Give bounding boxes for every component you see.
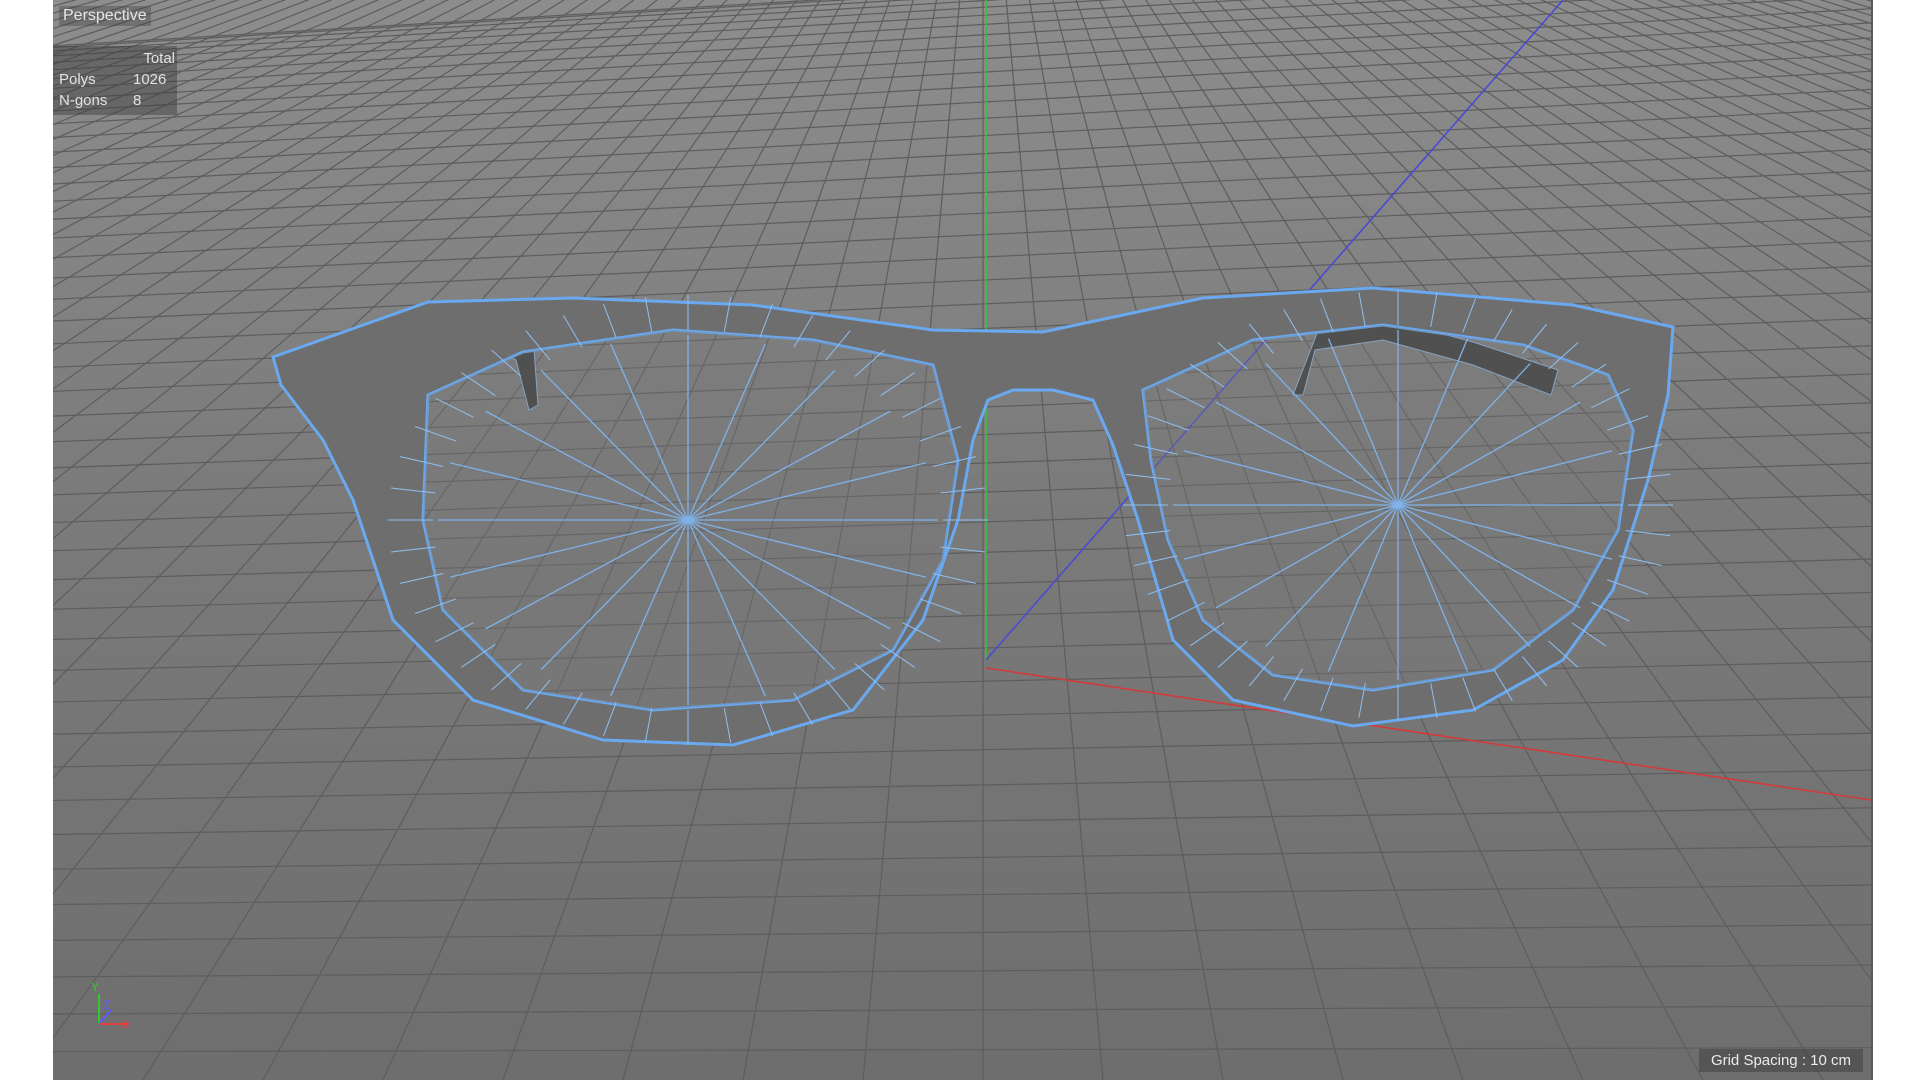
grid-line-horizontal [53, 170, 1871, 259]
axis-z-label: Z [103, 998, 111, 1012]
grid-line-horizontal [53, 845, 1871, 870]
grid-line-receding [1679, 0, 1871, 72]
axis-x-label: X [121, 1018, 130, 1032]
grid-line-receding [1772, 0, 1871, 33]
grid-line-horizontal [53, 807, 1871, 836]
grid-line-horizontal [53, 696, 1871, 735]
stats-overlay: Total Polys 1026 N-gons 8 [53, 46, 177, 115]
stats-row-polys: Polys 1026 [53, 69, 177, 90]
grid-line-receding [1825, 0, 1871, 1080]
axis-y-label: Y [91, 980, 100, 994]
stats-value: 1026 [133, 71, 167, 88]
grid-line-horizontal [53, 1047, 1871, 1053]
grid-line-horizontal [53, 8, 1871, 112]
stats-header: Total [143, 50, 175, 67]
grid-line-receding [53, 0, 240, 66]
grid-line-horizontal [53, 924, 1871, 941]
grid-line-horizontal [53, 148, 1871, 239]
grid-line-receding [53, 0, 263, 76]
grid-line-receding [53, 0, 101, 14]
glasses-model[interactable] [271, 286, 1675, 747]
stats-label: N-gons [59, 92, 108, 109]
grid-line-receding [1656, 0, 1871, 83]
grid-line-horizontal [53, 964, 1871, 978]
stats-value: 8 [133, 92, 142, 109]
grid-line-receding [53, 0, 171, 38]
grid-line-horizontal [53, 625, 1871, 672]
grid-line-horizontal [53, 0, 1599, 89]
grid-line-receding [1005, 0, 1104, 1080]
grid-line-receding [53, 0, 78, 7]
axis-gizmo-icon: Y Z X [91, 980, 141, 1040]
viewport-title[interactable]: Perspective [59, 6, 151, 26]
grid-line-horizontal [53, 70, 1871, 169]
frame-edge-loop [932, 573, 976, 584]
grid-line-receding [1847, 0, 1871, 1080]
grid-line-horizontal [53, 732, 1871, 768]
grid-line-horizontal [53, 769, 1871, 802]
stats-row-ngons: N-gons 8 [53, 90, 177, 111]
frame-edge-loop [1618, 555, 1662, 567]
grid-spacing-label: Grid Spacing : 10 cm [1698, 1049, 1863, 1072]
grid-line-receding [1703, 0, 1871, 61]
viewport-scene[interactable] [53, 0, 1871, 1080]
grid-line-receding [53, 0, 310, 99]
grid-line-receding [1726, 0, 1871, 51]
grid-line-horizontal [53, 1005, 1871, 1015]
grid-line-horizontal [53, 884, 1871, 906]
grid-line-receding [53, 0, 287, 87]
grid-line-horizontal [53, 660, 1871, 703]
grid-line-receding [53, 0, 333, 112]
grid-line-receding [53, 0, 54, 1]
perspective-viewport[interactable]: Perspective Total Polys 1026 N-gons 8 Y … [53, 0, 1873, 1080]
stats-label: Polys [59, 71, 96, 88]
